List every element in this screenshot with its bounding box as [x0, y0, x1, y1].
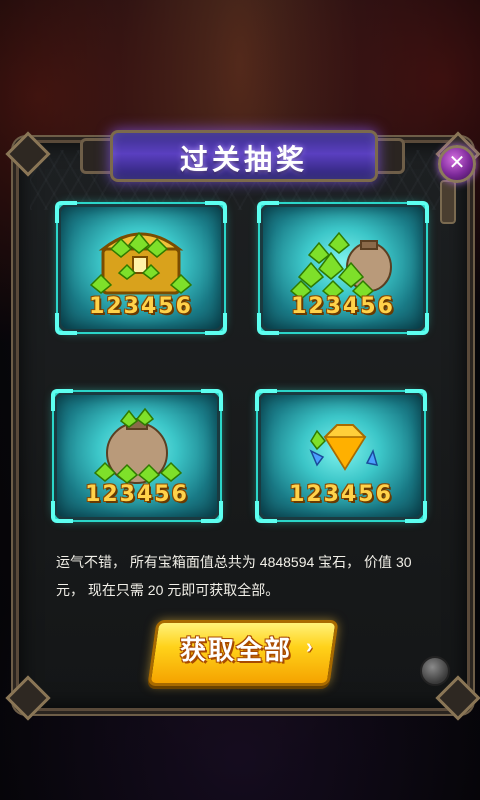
reward-card-1[interactable]: 123456 — [55, 201, 227, 335]
reward-card-2[interactable]: 123456 — [257, 201, 429, 335]
panel-lever-ornament — [440, 180, 456, 224]
claim-all-label[interactable]: 获取全部 — [152, 630, 320, 667]
panel-rivet-ornament — [420, 656, 450, 686]
reward-card-3[interactable]: 123456 — [51, 389, 223, 523]
reward-amount: 123456 — [85, 482, 189, 507]
gem-pile-bag-icon — [289, 231, 392, 300]
dialog-title: 过关抽奖 — [179, 144, 308, 175]
reward-amount: 123456 — [291, 294, 395, 319]
reward-amount: 123456 — [89, 294, 193, 319]
reward-description: 运气不错， 所有宝箱面值总共为 4848594 宝石， 价值 30 元， 现在只… — [56, 554, 412, 598]
gem-sack-icon — [93, 407, 183, 484]
reward-amount: 123456 — [289, 482, 393, 507]
close-button[interactable]: ✕ — [438, 145, 476, 183]
chevron-right-icon: › — [306, 636, 313, 658]
reward-card-4[interactable]: 123456 — [255, 389, 427, 523]
diamond-crystals-icon — [309, 424, 379, 471]
treasure-chest-gems-icon — [89, 231, 193, 295]
close-x-icon: ✕ — [448, 152, 466, 174]
